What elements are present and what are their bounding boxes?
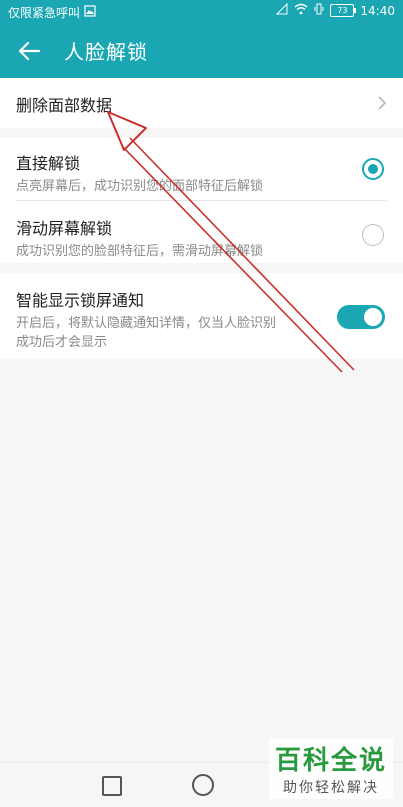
direct-unlock-subtitle: 点亮屏幕后，成功识别您的面部特征后解锁 — [16, 179, 264, 194]
watermark-sub-text: 助你轻松解决 — [282, 780, 379, 796]
swipe-unlock-option[interactable]: 滑动屏幕解锁 成功识别您的脸部特征后，需滑动屏幕解锁 — [0, 201, 403, 263]
watermark-main-text: 百科全说 — [274, 746, 387, 776]
smart-notification-title: 智能显示锁屏通知 — [16, 291, 145, 310]
swipe-unlock-radio[interactable] — [362, 224, 384, 246]
back-arrow-icon[interactable] — [14, 36, 44, 66]
smart-notification-toggle[interactable] — [337, 305, 385, 329]
signal-off-icon — [276, 2, 288, 18]
smart-notification-subtitle-line2: 成功后才会显示 — [16, 335, 108, 350]
watermark-logo: 百科全说 助你轻松解决 — [268, 738, 393, 799]
smart-notification-row[interactable]: 智能显示锁屏通知 开启后，将默认隐藏通知详情，仅当人脸识别 成功后才会显示 — [0, 273, 403, 359]
recent-apps-button[interactable] — [102, 776, 122, 796]
image-icon — [84, 5, 96, 20]
delete-face-data-row[interactable]: 删除面部数据 — [0, 78, 403, 128]
unlock-mode-group: 直接解锁 点亮屏幕后，成功识别您的面部特征后解锁 滑动屏幕解锁 成功识别您的脸部… — [0, 138, 403, 263]
delete-face-data-label: 删除面部数据 — [16, 96, 113, 115]
smart-notification-subtitle-line1: 开启后，将默认隐藏通知详情，仅当人脸识别 — [16, 316, 277, 331]
chevron-right-icon — [377, 95, 387, 111]
home-button[interactable] — [192, 774, 214, 796]
vibrate-icon — [314, 3, 324, 18]
wifi-icon — [294, 3, 308, 18]
battery-icon: 73 — [330, 4, 357, 17]
clock-time: 14:40 — [360, 3, 395, 18]
page-title: 人脸解锁 — [64, 40, 148, 64]
status-bar: 仅限紧急呼叫 73 14:40 — [0, 0, 403, 22]
swipe-unlock-title: 滑动屏幕解锁 — [16, 219, 113, 238]
carrier-text: 仅限紧急呼叫 — [8, 6, 81, 20]
direct-unlock-radio[interactable] — [362, 158, 384, 180]
swipe-unlock-subtitle: 成功识别您的脸部特征后，需滑动屏幕解锁 — [16, 244, 264, 259]
app-bar: 人脸解锁 — [0, 22, 403, 78]
direct-unlock-title: 直接解锁 — [16, 154, 81, 173]
toggle-knob — [364, 308, 382, 326]
direct-unlock-option[interactable]: 直接解锁 点亮屏幕后，成功识别您的面部特征后解锁 — [0, 138, 403, 200]
